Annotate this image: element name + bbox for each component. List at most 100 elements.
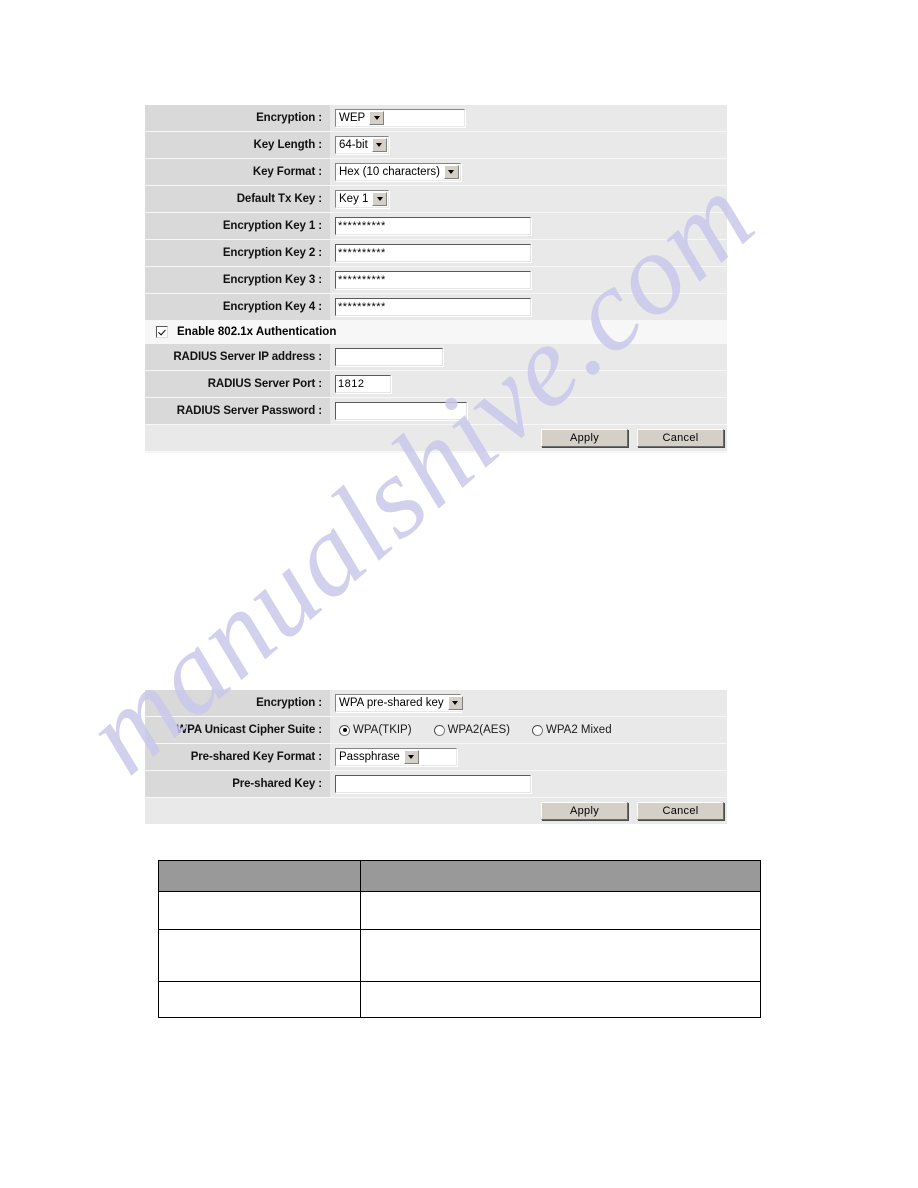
radius-server-ip-input[interactable]: [335, 348, 443, 366]
encryption-key-2-input[interactable]: **********: [335, 244, 531, 262]
label-radius-server-password: RADIUS Server Password :: [145, 398, 330, 424]
wpa-form-actions: Apply Cancel: [145, 798, 727, 824]
key-length-select[interactable]: 64-bit: [335, 136, 389, 154]
chevron-down-icon[interactable]: [447, 696, 463, 710]
radius-server-port-input[interactable]: 1812: [335, 375, 391, 393]
radio-icon[interactable]: [339, 724, 350, 736]
wpa-encryption-select-value: WPA pre-shared key: [339, 697, 444, 709]
label-wpa-encryption: Encryption :: [145, 690, 330, 716]
parameter-description-table: [158, 860, 761, 1018]
label-radius-server-ip: RADIUS Server IP address :: [145, 344, 330, 370]
table-row: [158, 981, 761, 1018]
form-row-encryption-key-4: Encryption Key 4 : **********: [145, 294, 727, 320]
field-radius-server-password: [330, 398, 727, 424]
form-row-encryption: Encryption : WEP: [145, 105, 727, 131]
table-header-row: [158, 860, 761, 892]
table-cell-parameter: [158, 929, 361, 982]
form-row-radius-port: RADIUS Server Port : 1812: [145, 371, 727, 397]
default-tx-key-select-value: Key 1: [339, 193, 369, 205]
table-cell-description: [360, 891, 761, 930]
label-encryption-key-4: Encryption Key 4 :: [145, 294, 330, 320]
form-row-radius-password: RADIUS Server Password :: [145, 398, 727, 424]
form-row-wpa-encryption: Encryption : WPA pre-shared key: [145, 690, 727, 716]
label-preshared-key: Pre-shared Key :: [145, 771, 330, 797]
label-key-format: Key Format :: [145, 159, 330, 185]
cipher-option-label: WPA2 Mixed: [545, 724, 612, 736]
table-header-cell-description: [360, 860, 761, 892]
cipher-suite-radio-group: WPA(TKIP) WPA2(AES) WPA2 Mixed: [335, 724, 612, 736]
cipher-option-wpa2-aes[interactable]: WPA2(AES): [433, 724, 510, 736]
enable-8021x-label: Enable 802.1x Authentication: [177, 326, 337, 338]
apply-button[interactable]: Apply: [541, 802, 628, 820]
preshared-key-format-select[interactable]: Passphrase: [335, 748, 457, 766]
table-header-cell-parameter: [158, 860, 361, 892]
radio-icon[interactable]: [433, 724, 445, 736]
preshared-key-input[interactable]: [335, 775, 531, 793]
key-format-select[interactable]: Hex (10 characters): [335, 163, 461, 181]
field-encryption-key-1: **********: [330, 213, 727, 239]
form-row-default-tx-key: Default Tx Key : Key 1: [145, 186, 727, 212]
encryption-key-4-input[interactable]: **********: [335, 298, 531, 316]
label-preshared-key-format: Pre-shared Key Format :: [145, 744, 330, 770]
cancel-button[interactable]: Cancel: [637, 802, 724, 820]
field-radius-server-port: 1812: [330, 371, 727, 397]
form-row-key-length: Key Length : 64-bit: [145, 132, 727, 158]
form-row-encryption-key-3: Encryption Key 3 : **********: [145, 267, 727, 293]
chevron-down-icon[interactable]: [371, 138, 387, 152]
preshared-key-format-select-value: Passphrase: [339, 751, 400, 763]
cipher-option-wpa-tkip[interactable]: WPA(TKIP): [339, 724, 412, 736]
field-encryption: WEP: [330, 105, 727, 131]
chevron-down-icon[interactable]: [369, 111, 385, 125]
label-key-length: Key Length :: [145, 132, 330, 158]
form-row-encryption-key-2: Encryption Key 2 : **********: [145, 240, 727, 266]
table-cell-description: [360, 981, 761, 1018]
radius-server-password-input[interactable]: [335, 402, 467, 420]
wep-security-form: Encryption : WEP Key Length : 64-bit Key…: [145, 105, 727, 453]
key-format-select-value: Hex (10 characters): [339, 166, 440, 178]
apply-button[interactable]: Apply: [541, 429, 628, 447]
wpa-encryption-select[interactable]: WPA pre-shared key: [335, 694, 463, 712]
form-row-cipher-suite: WPA Unicast Cipher Suite : WPA(TKIP) WPA…: [145, 717, 727, 743]
label-wpa-unicast-cipher-suite: WPA Unicast Cipher Suite :: [145, 717, 330, 743]
chevron-down-icon[interactable]: [443, 165, 459, 179]
label-radius-server-port: RADIUS Server Port :: [145, 371, 330, 397]
field-wpa-encryption: WPA pre-shared key: [330, 690, 727, 716]
cancel-button[interactable]: Cancel: [637, 429, 724, 447]
table-cell-parameter: [158, 891, 361, 930]
field-preshared-key: [330, 771, 727, 797]
form-row-key-format: Key Format : Hex (10 characters): [145, 159, 727, 185]
field-key-length: 64-bit: [330, 132, 727, 158]
form-row-psk-format: Pre-shared Key Format : Passphrase: [145, 744, 727, 770]
encryption-key-3-input[interactable]: **********: [335, 271, 531, 289]
cipher-option-label: WPA2(AES): [447, 724, 510, 736]
form-row-radius-ip: RADIUS Server IP address :: [145, 344, 727, 370]
encryption-key-1-input[interactable]: **********: [335, 217, 531, 235]
checkbox-icon[interactable]: [156, 326, 168, 338]
label-encryption-key-3: Encryption Key 3 :: [145, 267, 330, 293]
cipher-option-wpa2-mixed[interactable]: WPA2 Mixed: [531, 724, 612, 736]
field-encryption-key-4: **********: [330, 294, 727, 320]
label-default-tx-key: Default Tx Key :: [145, 186, 330, 212]
label-encryption-key-2: Encryption Key 2 :: [145, 240, 330, 266]
wep-form-actions: Apply Cancel: [145, 425, 727, 451]
default-tx-key-select[interactable]: Key 1: [335, 190, 390, 208]
encryption-select[interactable]: WEP: [335, 109, 465, 127]
radio-icon[interactable]: [531, 724, 543, 736]
table-row: [158, 929, 761, 982]
field-encryption-key-2: **********: [330, 240, 727, 266]
enable-8021x-checkbox-wrap[interactable]: Enable 802.1x Authentication: [145, 326, 336, 338]
label-encryption: Encryption :: [145, 105, 330, 131]
field-key-format: Hex (10 characters): [330, 159, 727, 185]
form-row-psk: Pre-shared Key :: [145, 771, 727, 797]
label-encryption-key-1: Encryption Key 1 :: [145, 213, 330, 239]
form-row-encryption-key-1: Encryption Key 1 : **********: [145, 213, 727, 239]
table-cell-description: [360, 929, 761, 982]
cipher-option-label: WPA(TKIP): [353, 724, 412, 736]
form-row-enable-8021x: Enable 802.1x Authentication: [145, 321, 727, 343]
chevron-down-icon[interactable]: [403, 750, 419, 764]
chevron-down-icon[interactable]: [372, 192, 388, 206]
field-encryption-key-3: **********: [330, 267, 727, 293]
wpa-security-form: Encryption : WPA pre-shared key WPA Unic…: [145, 690, 727, 824]
table-row: [158, 891, 761, 930]
field-radius-server-ip: [330, 344, 727, 370]
